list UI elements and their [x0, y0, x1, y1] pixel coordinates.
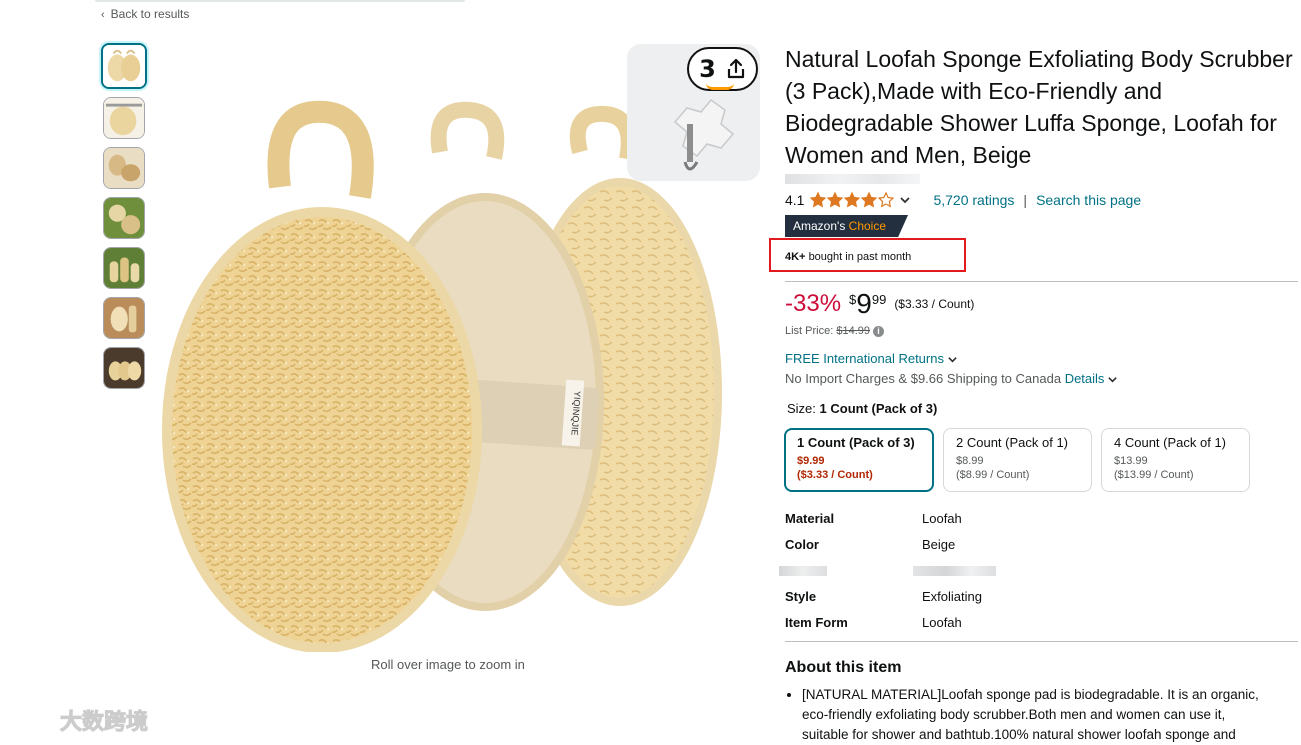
star-icon — [878, 192, 895, 208]
spec-key: Style — [785, 589, 817, 604]
shipping-text: No Import Charges & $9.66 Shipping to Ca… — [785, 371, 1062, 386]
price-whole: 9 — [856, 288, 872, 319]
free-returns-link[interactable]: FREE International Returns — [785, 351, 944, 366]
about-bullet-line: [NATURAL MATERIAL]Loofah sponge pad is b… — [802, 687, 1259, 702]
rating-value: 4.1 — [785, 192, 805, 208]
thumbnail-2[interactable] — [103, 97, 145, 139]
size-option-1[interactable]: 1 Count (Pack of 3) $9.99 ($3.33 / Count… — [784, 428, 934, 492]
share-smile-underline — [706, 83, 734, 90]
chevron-left-icon: ‹ — [101, 9, 105, 21]
amazons-choice-badge: Amazon's Choice — [785, 215, 908, 237]
discount-percent: -33% — [785, 290, 842, 317]
size-label: Size: 1 Count (Pack of 3) — [787, 401, 937, 416]
star-icon — [827, 192, 844, 208]
size-option-unit: ($3.33 / Count) — [797, 469, 873, 481]
about-bullet-line: eco-friendly exfoliating body scrubber.B… — [802, 707, 1226, 722]
spec-key-blurred — [779, 566, 827, 576]
thumbnail-6[interactable] — [103, 297, 145, 339]
size-option-price: $9.99 — [797, 455, 825, 467]
shipping-details-link[interactable]: Details — [1065, 371, 1105, 386]
star-icon — [810, 192, 827, 208]
badge-prefix: Amazon's — [793, 219, 846, 233]
star-icon — [861, 192, 878, 208]
bought-text: bought in past month — [808, 251, 912, 263]
thumbnail-4[interactable] — [103, 197, 145, 239]
size-option-name: 1 Count (Pack of 3) — [797, 435, 915, 450]
star-rating[interactable] — [810, 192, 895, 208]
spec-key: Item Form — [785, 615, 848, 630]
bought-count: 4K+ — [785, 251, 806, 263]
ratings-count-link[interactable]: 5,720 ratings — [933, 192, 1014, 208]
spec-key: Color — [785, 537, 819, 552]
price-row: -33% $ 9 99 ($3.33 / Count) — [785, 288, 974, 320]
size-option-3[interactable]: 4 Count (Pack of 1) $13.99 ($13.99 / Cou… — [1101, 428, 1250, 492]
back-link-label: Back to results — [110, 7, 190, 21]
about-bullets: [NATURAL MATERIAL]Loofah sponge pad is b… — [785, 685, 1301, 745]
zoom-hint: Roll over image to zoom in — [371, 657, 525, 672]
about-heading: About this item — [785, 659, 902, 676]
link-separator: | — [1023, 192, 1028, 208]
divider — [785, 281, 1298, 282]
spec-value: Beige — [922, 537, 956, 552]
bought-in-past-month: 4K+ bought in past month — [785, 251, 911, 263]
unit-price: ($3.33 / Count) — [894, 297, 975, 311]
spec-value: Loofah — [922, 615, 962, 630]
price-symbol: $ — [849, 292, 857, 307]
divider — [785, 641, 1298, 642]
rating-row: 4.1 5,720 ratings | Search this page — [785, 191, 1141, 209]
watermark: 大数跨境 — [10, 704, 170, 736]
about-bullet-line: suitable for shower and bathtub.100% nat… — [802, 727, 1236, 742]
size-option-name: 2 Count (Pack of 1) — [956, 435, 1068, 450]
thumbnail-strip — [101, 43, 151, 397]
chevron-down-icon[interactable] — [947, 354, 958, 365]
store-link-blurred[interactable] — [785, 174, 920, 184]
product-title: Natural Loofah Sponge Exfoliating Body S… — [785, 46, 1293, 168]
list-price: List Price: $14.99 i — [785, 325, 885, 337]
size-option-price: $8.99 — [956, 455, 984, 467]
star-icon — [844, 192, 861, 208]
size-selected: 1 Count (Pack of 3) — [819, 401, 938, 416]
back-to-results-link[interactable]: ‹ Back to results — [101, 7, 189, 21]
search-this-page-link[interactable]: Search this page — [1036, 192, 1141, 208]
thumbnail-7[interactable] — [103, 347, 145, 389]
size-option-name: 4 Count (Pack of 1) — [1114, 435, 1226, 450]
price-fraction: 99 — [871, 292, 887, 307]
list-price-value: $14.99 — [836, 325, 871, 337]
size-option-unit: ($13.99 / Count) — [1114, 469, 1194, 481]
info-icon[interactable]: i — [873, 326, 885, 337]
size-option-unit: ($8.99 / Count) — [956, 469, 1030, 481]
spec-value-blurred — [913, 566, 996, 576]
share-count: 3 — [699, 55, 716, 83]
shipping-row: No Import Charges & $9.66 Shipping to Ca… — [785, 371, 1118, 386]
list-price-label: List Price: — [785, 325, 834, 337]
top-bar-shadow — [95, 0, 465, 2]
spec-value: Exfoliating — [922, 589, 982, 604]
badge-suffix: Choice — [848, 219, 887, 233]
share-icon — [727, 58, 744, 79]
chevron-down-icon[interactable] — [899, 194, 911, 206]
chevron-down-icon[interactable] — [1107, 374, 1118, 385]
spec-value: Loofah — [922, 511, 962, 526]
watermark-text: 大数跨境 — [60, 709, 148, 735]
watermark-logo: 大数跨境 — [12, 705, 149, 736]
thumbnail-3[interactable] — [103, 147, 145, 189]
size-label-text: Size: — [787, 401, 816, 416]
returns-row: FREE International Returns — [785, 351, 958, 366]
spec-key: Material — [785, 511, 835, 526]
size-option-2[interactable]: 2 Count (Pack of 1) $8.99 ($8.99 / Count… — [943, 428, 1092, 492]
about-bullet: [NATURAL MATERIAL]Loofah sponge pad is b… — [802, 685, 1301, 745]
thumbnail-5[interactable] — [103, 247, 145, 289]
size-option-price: $13.99 — [1114, 455, 1148, 467]
thumbnail-1[interactable] — [101, 43, 147, 89]
